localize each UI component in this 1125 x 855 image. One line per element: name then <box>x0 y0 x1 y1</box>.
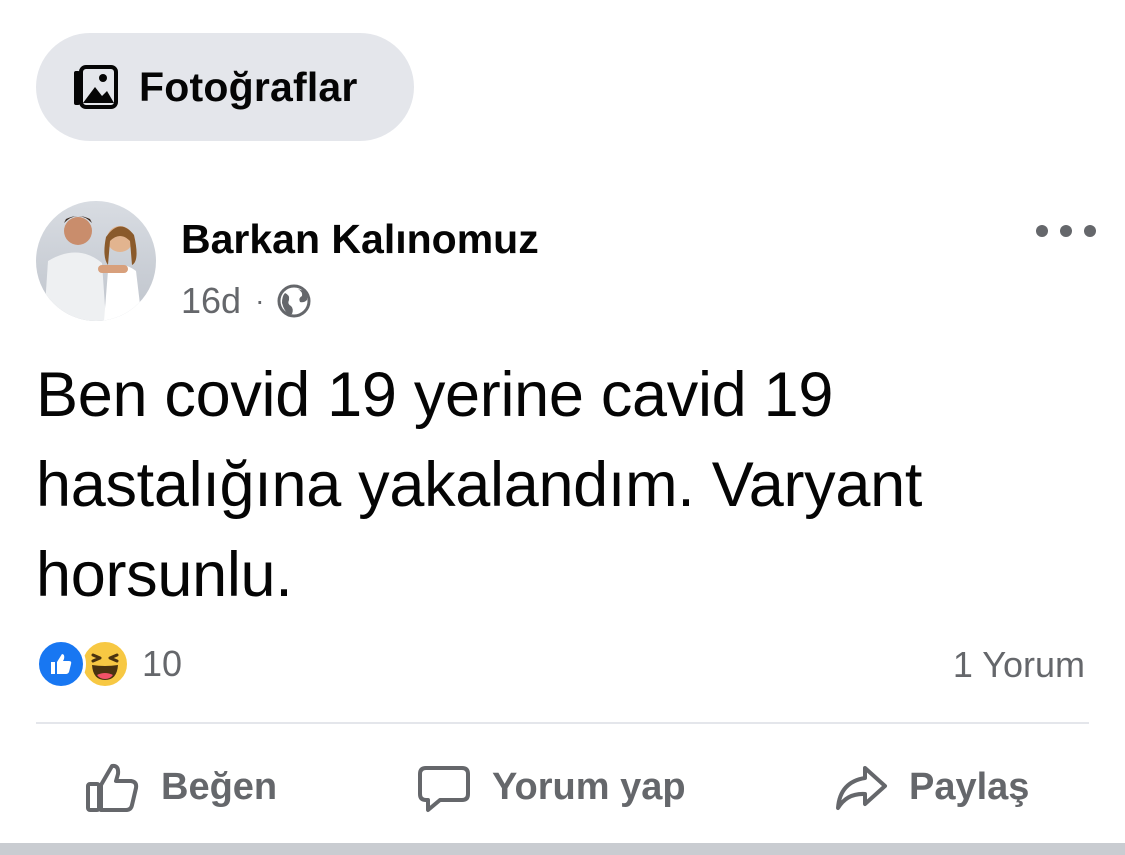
more-dot <box>1084 225 1096 237</box>
feed-separator <box>0 843 1125 855</box>
reaction-count: 10 <box>142 643 183 684</box>
like-button[interactable]: Beğen <box>84 745 277 830</box>
reactions-summary[interactable]: 10 <box>36 639 182 689</box>
like-label: Beğen <box>161 766 278 808</box>
divider <box>36 722 1089 724</box>
meta-separator: · <box>255 285 265 316</box>
photos-icon <box>70 64 120 110</box>
share-icon <box>832 759 890 817</box>
comments-count[interactable]: 1 Yorum <box>953 644 1085 686</box>
more-options-button[interactable] <box>1036 216 1096 246</box>
avatar[interactable] <box>36 201 156 321</box>
comment-button[interactable]: Yorum yap <box>415 745 686 830</box>
share-button[interactable]: Paylaş <box>832 745 1029 830</box>
more-dot <box>1060 225 1072 237</box>
globe-icon <box>276 283 312 319</box>
more-dot <box>1036 225 1048 237</box>
post-time[interactable]: 16d <box>181 280 241 322</box>
haha-reaction-icon <box>80 639 130 689</box>
comment-icon <box>415 759 473 817</box>
post-meta: 16d · <box>181 280 312 322</box>
author-name[interactable]: Barkan Kalınomuz <box>181 216 539 263</box>
thumbs-up-icon <box>84 759 142 817</box>
like-reaction-icon <box>36 639 86 689</box>
photos-button[interactable]: Fotoğraflar <box>36 33 414 141</box>
share-label: Paylaş <box>909 766 1030 808</box>
post-text: Ben covid 19 yerine cavid 19 hastalığına… <box>36 360 923 610</box>
photos-label: Fotoğraflar <box>139 63 358 110</box>
comment-label: Yorum yap <box>492 766 686 808</box>
post-actions: Beğen Yorum yap Paylaş <box>0 745 1125 830</box>
